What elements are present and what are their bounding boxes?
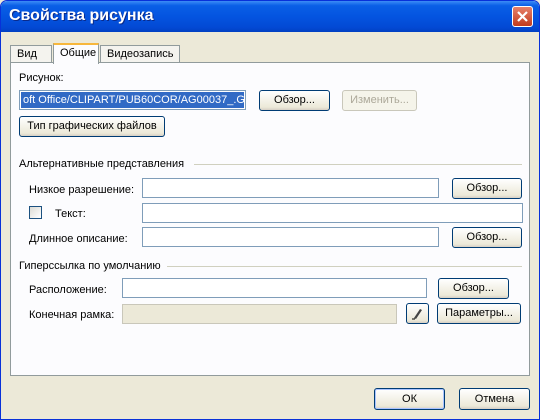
cancel-button[interactable]: Отмена	[459, 388, 530, 410]
picture-path-field[interactable]: oft Office/CLIPART/PUB60COR/AG00037_.GIF	[19, 90, 246, 110]
close-icon	[517, 11, 528, 22]
low-res-input[interactable]	[142, 178, 439, 198]
long-desc-browse-button[interactable]: Обзор...	[452, 227, 522, 248]
pencil-icon	[412, 309, 422, 320]
target-frame-label: Конечная рамка:	[29, 309, 115, 321]
hyperlink-group-label: Гиперссылка по умолчанию	[19, 260, 161, 272]
target-frame-input[interactable]	[122, 304, 397, 324]
tab-general[interactable]: Общие	[53, 43, 99, 64]
text-input[interactable]	[142, 203, 523, 223]
low-res-label: Низкое разрешение:	[29, 184, 135, 196]
location-input[interactable]	[122, 278, 427, 298]
parameters-button[interactable]: Параметры...	[437, 303, 521, 324]
picture-path-value: oft Office/CLIPART/PUB60COR/AG00037_.GIF	[21, 92, 244, 108]
close-button[interactable]	[512, 6, 533, 27]
picture-browse-button[interactable]: Обзор...	[259, 90, 330, 111]
general-tab-panel: Рисунок: oft Office/CLIPART/PUB60COR/AG0…	[10, 62, 530, 376]
text-checkbox[interactable]	[29, 206, 42, 219]
long-desc-input[interactable]	[142, 227, 439, 247]
long-desc-label: Длинное описание:	[29, 233, 128, 245]
hyperlink-divider	[167, 266, 522, 267]
title-bar[interactable]: Свойства рисунка	[1, 1, 539, 32]
location-browse-button[interactable]: Обзор...	[438, 278, 509, 299]
text-label: Текст:	[55, 208, 86, 220]
ok-button[interactable]: ОК	[374, 388, 445, 410]
picture-label: Рисунок:	[19, 72, 64, 84]
picture-edit-button[interactable]: Изменить...	[342, 90, 417, 111]
target-frame-pick-button[interactable]	[406, 303, 429, 324]
alternatives-divider	[194, 164, 522, 165]
tab-view[interactable]: Вид	[10, 45, 52, 63]
tab-video[interactable]: Видеозапись	[100, 45, 180, 63]
picture-properties-dialog: Свойства рисунка Вид Общие Видеозапись Р…	[0, 0, 540, 420]
alternatives-group-label: Альтернативные представления	[19, 158, 185, 170]
dialog-title: Свойства рисунка	[9, 7, 154, 24]
low-res-browse-button[interactable]: Обзор...	[452, 178, 522, 199]
file-types-button[interactable]: Тип графических файлов	[19, 116, 165, 137]
location-label: Расположение:	[29, 284, 107, 296]
